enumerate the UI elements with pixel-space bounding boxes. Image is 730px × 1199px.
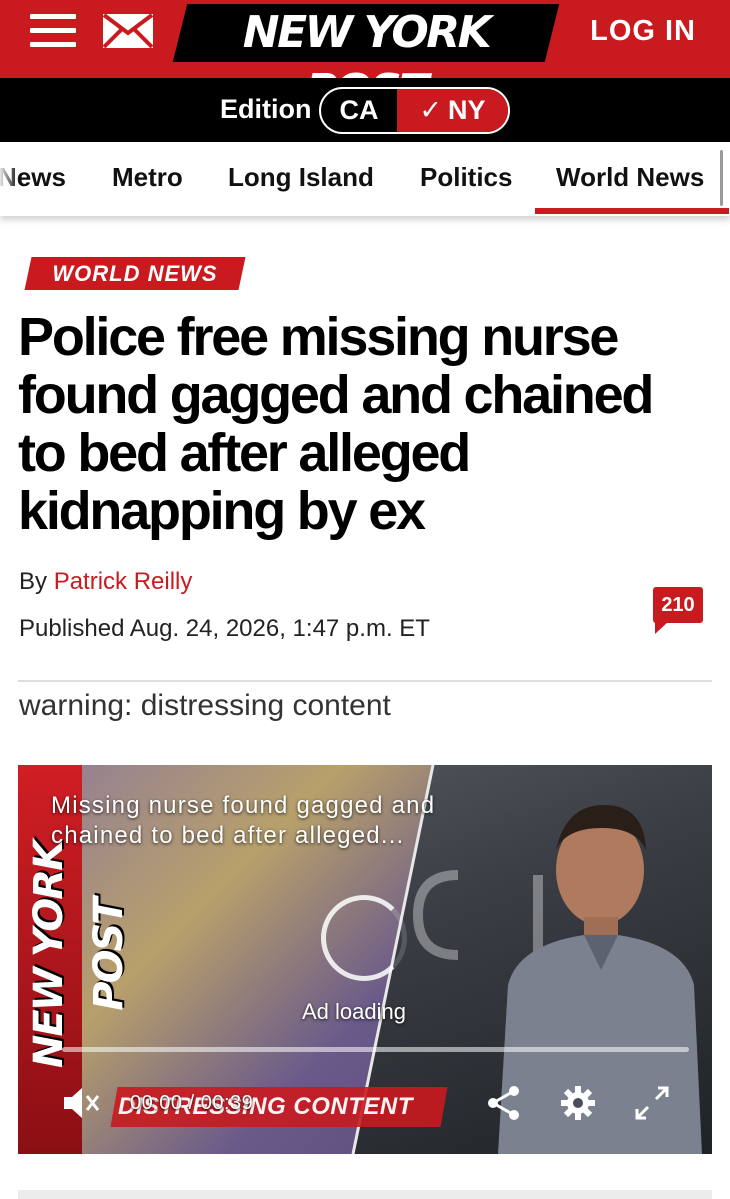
nav-fade <box>0 142 18 216</box>
byline-prefix: By <box>19 568 48 595</box>
nav-item-politics[interactable]: Politics <box>420 162 512 193</box>
mail-icon[interactable] <box>102 13 154 49</box>
edition-option-ny[interactable]: ✓ NY <box>397 89 508 132</box>
video-progress-bar[interactable] <box>62 1047 689 1052</box>
mute-icon[interactable] <box>60 1083 100 1123</box>
site-logo[interactable]: NEW YORK POST <box>172 4 560 116</box>
comments-button[interactable]: 210 <box>653 587 703 635</box>
video-title: Missing nurse found gagged and chained t… <box>51 792 436 849</box>
published-date: Published Aug. 24, 2026, 1:47 p.m. ET <box>19 615 430 642</box>
login-button[interactable]: LOG IN <box>590 14 696 48</box>
nav-item-world-news[interactable]: World News <box>556 162 704 193</box>
byline: By Patrick Reilly <box>19 568 192 596</box>
author-link[interactable]: Patrick Reilly <box>54 568 193 595</box>
article-headline: Police free missing nurse found gagged a… <box>18 307 654 541</box>
edition-bar: Edition CA ✓ NY <box>0 78 730 142</box>
menu-icon[interactable] <box>30 14 76 48</box>
edition-option-ca[interactable]: CA <box>321 89 397 132</box>
section-nav: News Metro Long Island Politics World Ne… <box>0 142 730 216</box>
settings-gear-icon[interactable] <box>558 1083 598 1123</box>
section-kicker[interactable]: WORLD NEWS <box>24 257 246 290</box>
nav-scrollbar[interactable] <box>720 150 723 206</box>
ad-loading-text: Ad loading <box>302 999 406 1024</box>
edition-toggle: CA ✓ NY <box>319 87 510 134</box>
divider <box>18 680 712 682</box>
section-kicker-label: WORLD NEWS <box>52 261 218 286</box>
loading-spinner-icon <box>321 895 407 981</box>
site-logo-text: NEW YORK POST <box>242 7 492 116</box>
content-warning: warning: distressing content <box>19 689 391 722</box>
video-time: 00:00 / 00:39 <box>130 1092 254 1114</box>
edition-option-ny-label: NY <box>448 95 486 125</box>
fullscreen-icon[interactable] <box>632 1083 672 1123</box>
video-player[interactable]: NEW YORK POST Missing nurse found gagged… <box>18 765 712 1154</box>
checkmark-icon: ✓ <box>419 95 443 125</box>
edition-label: Edition <box>220 94 312 124</box>
nav-item-long-island[interactable]: Long Island <box>228 162 374 193</box>
comment-bubble-tail <box>655 621 669 634</box>
active-tab-indicator <box>535 208 729 214</box>
share-icon[interactable] <box>484 1083 524 1123</box>
nav-item-metro[interactable]: Metro <box>112 162 183 193</box>
comment-count: 210 <box>653 587 703 623</box>
top-bar: NEW YORK POST LOG IN <box>0 0 730 116</box>
next-section-edge <box>18 1190 712 1199</box>
